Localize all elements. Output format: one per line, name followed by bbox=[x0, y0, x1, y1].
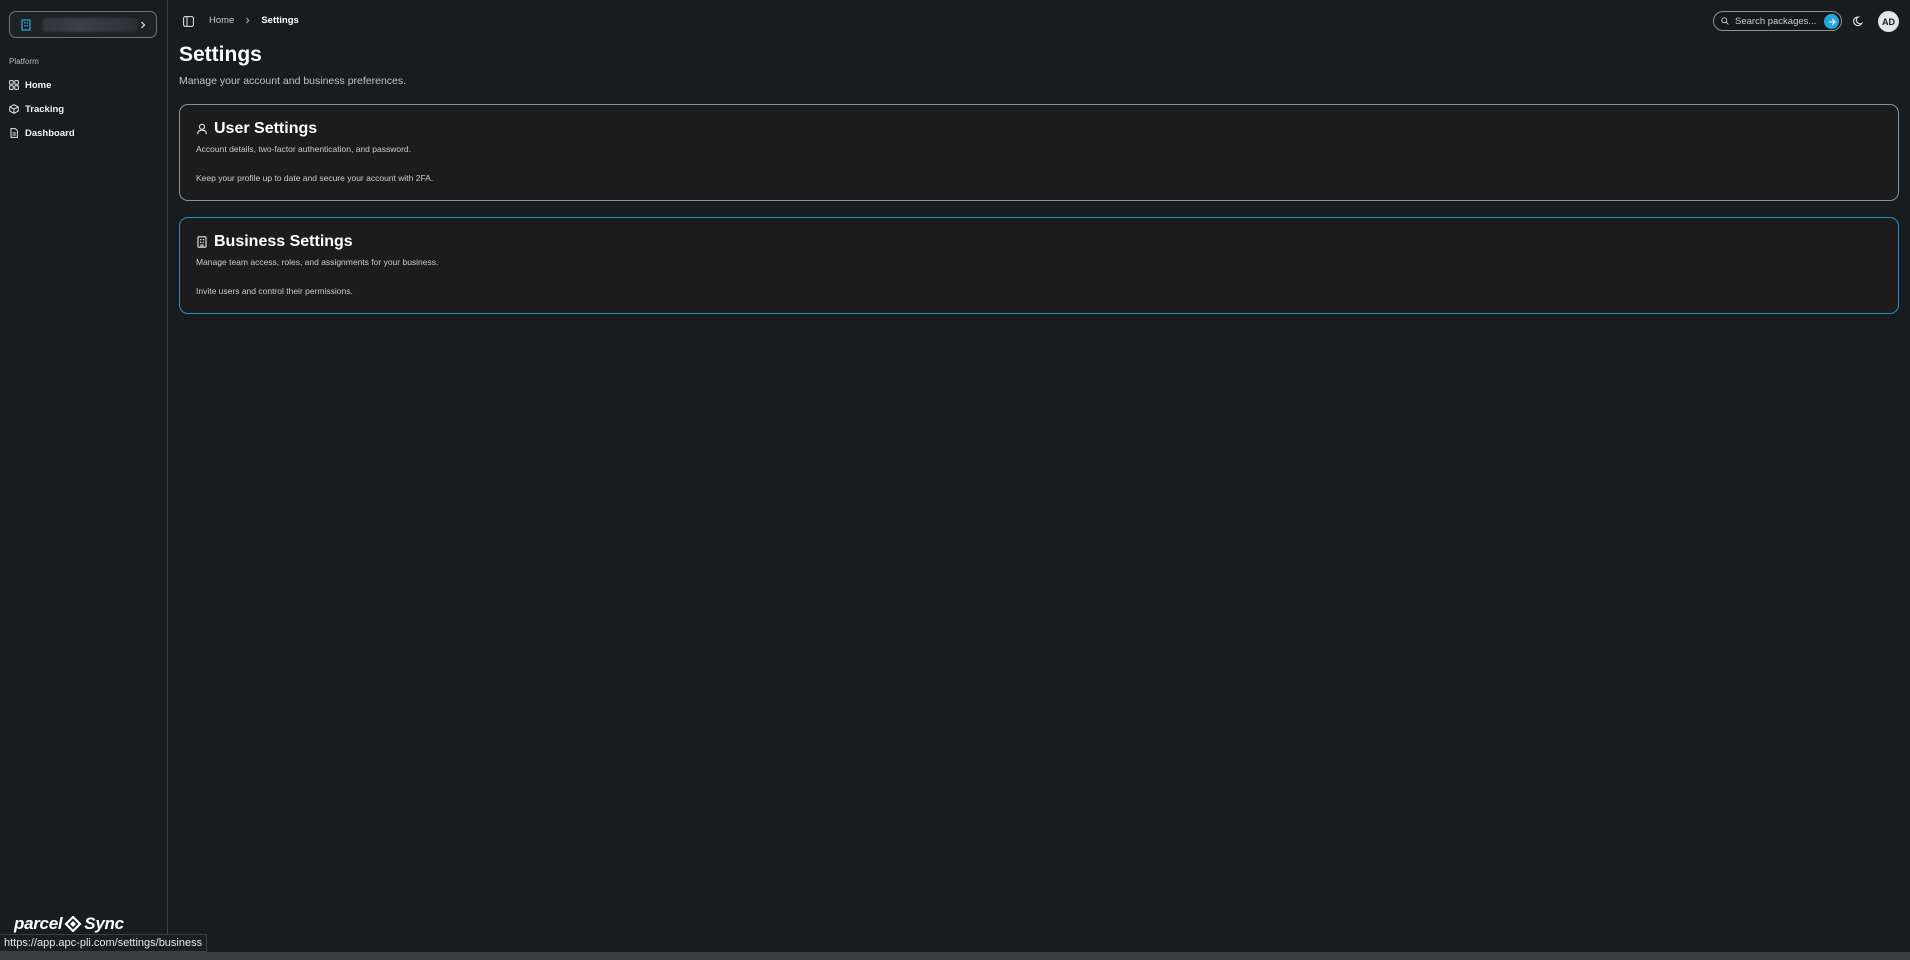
brand-text-right: Sync bbox=[84, 914, 124, 933]
sidebar-item-label: Dashboard bbox=[25, 127, 75, 139]
sidebar-item-tracking[interactable]: Tracking bbox=[9, 99, 159, 119]
business-name bbox=[42, 17, 138, 32]
business-switcher[interactable] bbox=[9, 11, 157, 38]
card-note: Invite users and control their permissio… bbox=[196, 286, 353, 296]
card-description: Manage team access, roles, and assignmen… bbox=[196, 257, 439, 267]
search-submit-button[interactable] bbox=[1824, 14, 1839, 29]
search-input[interactable] bbox=[1735, 15, 1819, 27]
breadcrumb: Home Settings bbox=[209, 15, 299, 26]
breadcrumb-home-link[interactable]: Home bbox=[209, 15, 234, 26]
link-preview-status: https://app.apc-pli.com/settings/busines… bbox=[0, 934, 208, 952]
user-settings-card[interactable]: User Settings Account details, two-facto… bbox=[179, 104, 1899, 201]
card-title: Business Settings bbox=[214, 233, 353, 250]
building-icon bbox=[21, 18, 31, 31]
sidebar: Platform Home Tracking Dashboard parcel … bbox=[0, 0, 168, 952]
brand-logo: parcel Sync bbox=[14, 914, 124, 934]
sidebar-item-dashboard[interactable]: Dashboard bbox=[9, 123, 159, 143]
sidebar-item-label: Tracking bbox=[25, 103, 65, 115]
search-box bbox=[1713, 11, 1842, 31]
business-settings-card[interactable]: Business Settings Manage team access, ro… bbox=[179, 217, 1899, 314]
moon-icon[interactable] bbox=[1853, 15, 1865, 27]
sidebar-item-label: Home bbox=[25, 79, 52, 91]
grid-icon bbox=[9, 80, 19, 90]
chevron-right-icon bbox=[246, 17, 250, 24]
avatar[interactable]: AD bbox=[1878, 11, 1899, 32]
sidebar-toggle-icon[interactable] bbox=[183, 16, 194, 27]
sidebar-section-label: Platform bbox=[9, 57, 39, 66]
arrow-right-icon bbox=[1828, 18, 1836, 25]
building-icon bbox=[197, 236, 207, 248]
page-subtitle: Manage your account and business prefere… bbox=[179, 75, 407, 87]
file-icon bbox=[10, 128, 18, 138]
chevron-right-icon bbox=[141, 21, 146, 28]
page-title: Settings bbox=[179, 43, 262, 66]
card-title: User Settings bbox=[214, 120, 318, 137]
card-note: Keep your profile up to date and secure … bbox=[196, 173, 434, 183]
window-bottom-edge bbox=[0, 952, 1910, 960]
breadcrumb-current: Settings bbox=[261, 15, 299, 26]
sidebar-item-home[interactable]: Home bbox=[9, 75, 159, 95]
brand-text-left: parcel bbox=[14, 914, 63, 933]
brand-mark-icon bbox=[64, 916, 82, 932]
card-description: Account details, two-factor authenticati… bbox=[196, 144, 411, 154]
user-icon bbox=[197, 123, 207, 135]
package-icon bbox=[9, 104, 19, 114]
search-icon bbox=[1721, 17, 1729, 25]
